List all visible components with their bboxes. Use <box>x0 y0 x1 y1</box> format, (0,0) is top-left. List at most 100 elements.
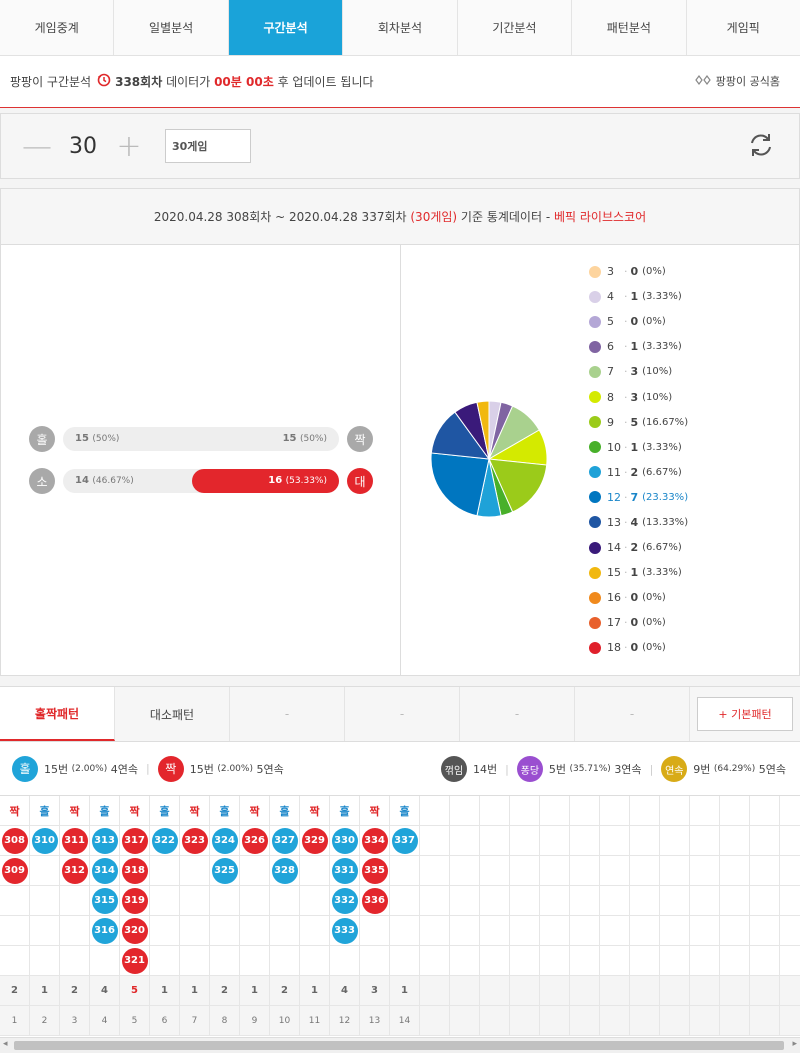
column-index-cell: 10 <box>270 1006 300 1035</box>
column-index-cell: 8 <box>210 1006 240 1035</box>
right-value: 16 (53.33%) <box>268 475 327 486</box>
legend-pct: (6.67%) <box>642 466 682 478</box>
column-index-cell: 3 <box>60 1006 90 1035</box>
grid-cell: 318 <box>120 856 150 885</box>
streak-count-cell: 2 <box>210 976 240 1005</box>
legend-pct: (3.33%) <box>642 441 682 453</box>
pattern-tab-5[interactable]: - <box>460 687 575 741</box>
grid-cell <box>300 886 330 915</box>
even-total: 15번 <box>189 762 214 776</box>
official-home-link[interactable]: 팡팡이 공식홈 <box>695 73 780 89</box>
grid-cell: 309 <box>0 856 30 885</box>
pattern-tab-2[interactable]: 대소패턴 <box>115 687 230 741</box>
streak-count-cell <box>510 976 540 1005</box>
game-count-control: — 30 + 30게임 <box>0 113 800 179</box>
grid-cell <box>270 886 300 915</box>
legend-label: 11 <box>607 465 621 479</box>
grid-cell: 333 <box>330 916 360 945</box>
refresh-icon[interactable] <box>747 131 775 162</box>
round-ball: 313 <box>91 827 118 854</box>
pattern-row: 309 312 314 318 325 328 331 335 <box>0 856 800 886</box>
grid-cell <box>540 916 570 945</box>
grid-cell <box>720 856 750 885</box>
grid-cell <box>390 946 420 975</box>
streak-count-cell: 1 <box>30 976 60 1005</box>
round-ball: 331 <box>331 857 358 884</box>
column-index-cell: 7 <box>180 1006 210 1035</box>
pattern-tab-3[interactable]: - <box>230 687 345 741</box>
grid-cell <box>480 916 510 945</box>
grid-cell <box>480 946 510 975</box>
scrollbar-thumb[interactable] <box>14 1041 784 1050</box>
horizontal-scrollbar[interactable]: ◂ ▸ <box>0 1037 800 1053</box>
tab-1[interactable]: 게임중계 <box>0 0 115 55</box>
tab-2[interactable]: 일별분석 <box>114 0 229 55</box>
grid-cell <box>30 916 60 945</box>
legend-item-4: 4 · 1 (3.33%) <box>589 284 688 309</box>
basic-pattern-button[interactable]: + 기본패턴 <box>697 697 793 731</box>
legend-label: 12 <box>607 490 621 504</box>
grid-cell <box>450 886 480 915</box>
grid-cell <box>690 826 720 855</box>
grid-cell <box>570 946 600 975</box>
pong-streak: 3연속 <box>614 763 642 776</box>
game-count-select[interactable]: 30게임 <box>165 129 251 163</box>
tab-3[interactable]: 구간분석 <box>228 0 344 55</box>
grid-cell <box>630 856 660 885</box>
column-index-cell: 5 <box>120 1006 150 1035</box>
cont-pct: (64.29%) <box>713 764 756 774</box>
header-cell <box>720 796 750 825</box>
legend-label: 9 <box>607 415 614 429</box>
column-index-cell <box>450 1006 480 1035</box>
left-value: 15 (50%) <box>75 433 119 444</box>
legend-item-8: 8 · 3 (10%) <box>589 384 688 409</box>
pattern-tab-6[interactable]: - <box>575 687 690 741</box>
grid-cell <box>390 856 420 885</box>
grid-cell <box>390 916 420 945</box>
pong-pct: (35.71%) <box>569 764 611 774</box>
left-pct: (46.67%) <box>92 476 134 486</box>
round-ball: 311 <box>61 827 88 854</box>
game-count-value: 30 <box>69 133 97 159</box>
decrease-button[interactable]: — <box>15 129 59 164</box>
grid-cell <box>720 886 750 915</box>
header-cell: 홀 <box>210 796 240 825</box>
header-cell <box>570 796 600 825</box>
tab-5[interactable]: 기간분석 <box>458 0 573 55</box>
legend-swatch <box>589 441 601 454</box>
pattern-tab-4[interactable]: - <box>345 687 460 741</box>
round-ball: 312 <box>61 857 88 884</box>
round-ball: 321 <box>121 947 148 974</box>
header-cell: 짝 <box>300 796 330 825</box>
pattern-header-row: 짝홀짝홀짝홀짝홀짝홀짝홀짝홀 <box>0 796 800 826</box>
grid-cell <box>390 886 420 915</box>
legend-count: 1 <box>630 340 639 354</box>
legend-swatch <box>589 391 601 404</box>
round-ball: 327 <box>271 827 298 854</box>
round-ball: 335 <box>361 857 388 884</box>
pattern-tab-1[interactable]: 홀짝패턴 <box>0 687 115 741</box>
tab-6[interactable]: 패턴분석 <box>572 0 687 55</box>
grid-cell: 323 <box>180 826 210 855</box>
scroll-right-icon[interactable]: ▸ <box>792 1039 797 1049</box>
column-index-cell <box>480 1006 510 1035</box>
increase-button[interactable]: + <box>107 129 151 164</box>
update-notice: 팡팡이 구간분석 338회차 데이터가 00분 00초 후 업데이트 됩니다 팡… <box>0 56 800 108</box>
round-ball: 308 <box>1 827 28 854</box>
ribbon-icon <box>695 74 711 89</box>
grid-cell <box>510 886 540 915</box>
round-ball: 325 <box>211 857 238 884</box>
tab-7[interactable]: 게임픽 <box>687 0 800 55</box>
legend-label: 17 <box>607 616 621 630</box>
legend-pct: (3.33%) <box>642 567 682 579</box>
header-cell <box>540 796 570 825</box>
scroll-left-icon[interactable]: ◂ <box>3 1039 8 1049</box>
column-index-cell <box>420 1006 450 1035</box>
legend-item-5: 5 · 0 (0%) <box>589 309 688 334</box>
round-ball: 310 <box>31 827 58 854</box>
header-cell: 짝 <box>180 796 210 825</box>
round-ball: 328 <box>271 857 298 884</box>
tab-4[interactable]: 회차분석 <box>343 0 458 55</box>
legend-swatch <box>589 491 601 504</box>
grid-cell <box>300 946 330 975</box>
